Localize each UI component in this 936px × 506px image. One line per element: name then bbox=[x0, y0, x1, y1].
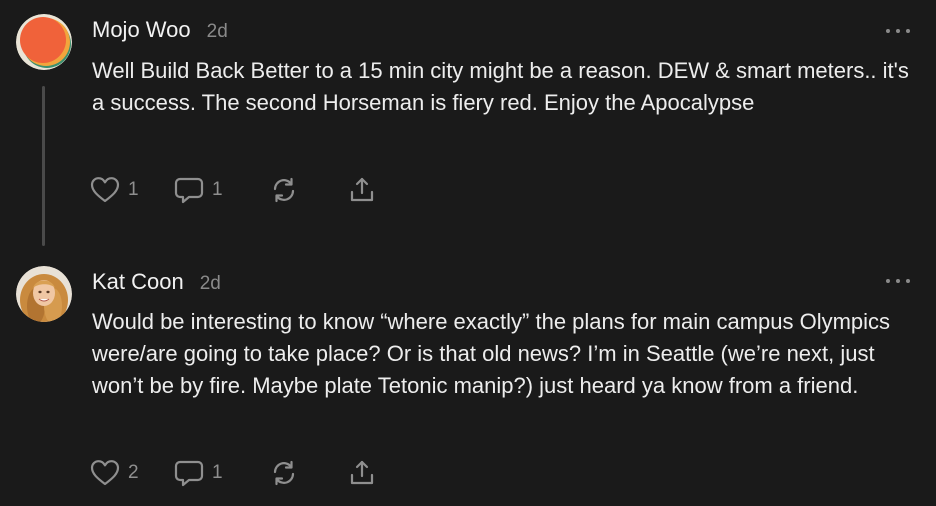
more-icon[interactable] bbox=[886, 24, 910, 38]
comment-actions: 2 1 bbox=[90, 459, 376, 487]
reply-count: 1 bbox=[212, 462, 223, 483]
like-count: 2 bbox=[128, 462, 139, 483]
timestamp[interactable]: 2d bbox=[200, 273, 221, 295]
heart-icon bbox=[90, 177, 120, 203]
reply-button[interactable]: 1 bbox=[174, 176, 270, 204]
comment-header: Kat Coon 2d bbox=[92, 269, 221, 295]
author-name[interactable]: Mojo Woo bbox=[92, 17, 191, 43]
restack-icon bbox=[273, 460, 295, 486]
share-icon bbox=[350, 460, 374, 485]
comment-icon bbox=[174, 460, 204, 487]
share-button[interactable] bbox=[348, 176, 376, 204]
comment-text: Well Build Back Better to a 15 min city … bbox=[92, 58, 909, 115]
comment: Kat Coon 2d Would be interesting to know… bbox=[0, 250, 936, 506]
share-button[interactable] bbox=[348, 459, 376, 487]
avatar[interactable] bbox=[16, 14, 72, 70]
restack-button[interactable] bbox=[270, 176, 348, 204]
more-icon[interactable] bbox=[886, 274, 910, 288]
share-icon bbox=[350, 177, 374, 202]
comment-icon bbox=[174, 177, 204, 204]
comment: Mojo Woo 2d Well Build Back Better to a … bbox=[0, 0, 936, 250]
restack-icon bbox=[273, 177, 295, 203]
like-button[interactable]: 2 bbox=[90, 459, 174, 487]
timestamp[interactable]: 2d bbox=[207, 21, 228, 43]
blonde-woman-avatar-icon bbox=[16, 266, 72, 322]
like-count: 1 bbox=[128, 179, 139, 200]
comment-actions: 1 1 bbox=[90, 176, 376, 204]
restack-button[interactable] bbox=[270, 459, 348, 487]
author-name[interactable]: Kat Coon bbox=[92, 269, 184, 295]
reply-button[interactable]: 1 bbox=[174, 459, 270, 487]
thread-line bbox=[42, 86, 45, 246]
avatar[interactable] bbox=[16, 266, 72, 322]
like-button[interactable]: 1 bbox=[90, 176, 174, 204]
comment-text: Would be interesting to know “where exac… bbox=[92, 309, 891, 398]
comment-header: Mojo Woo 2d bbox=[92, 17, 228, 43]
heart-icon bbox=[90, 460, 120, 486]
orange-circle-avatar-icon bbox=[16, 14, 72, 70]
reply-count: 1 bbox=[212, 179, 223, 200]
